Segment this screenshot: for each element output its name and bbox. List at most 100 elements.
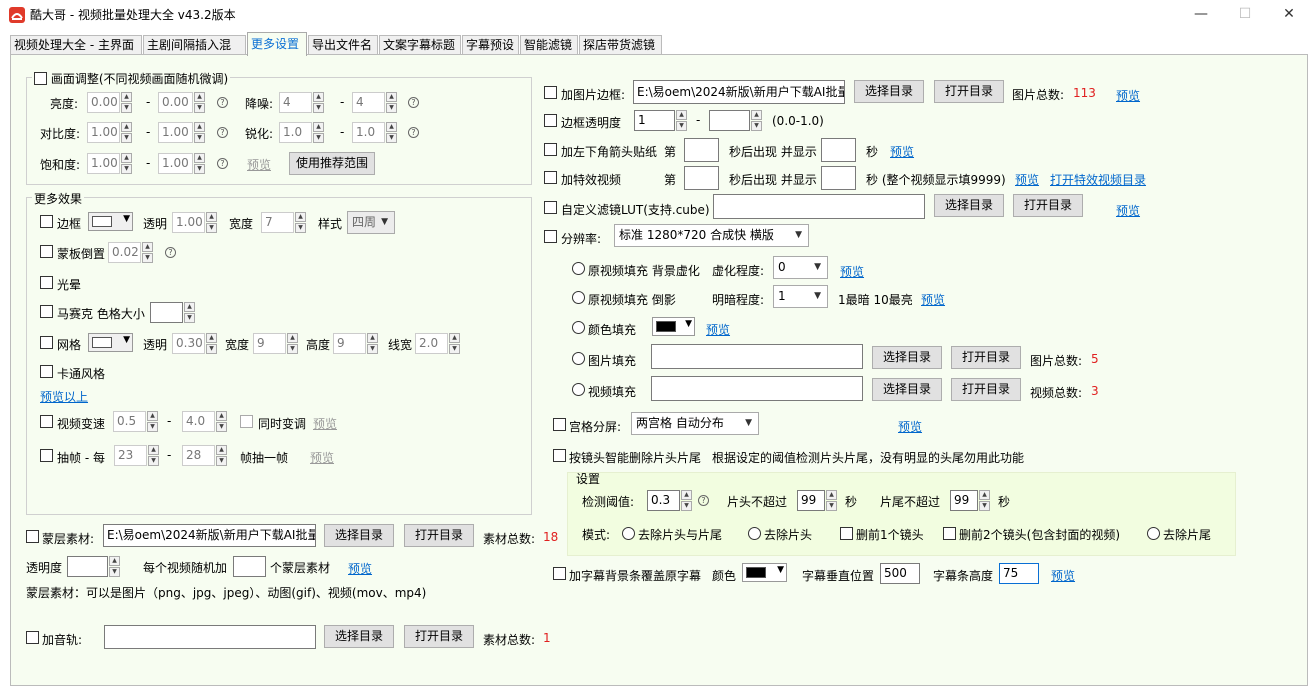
pic-border-path-input[interactable]: E:\易oem\2024新版\新用户下载AI批量	[633, 80, 845, 104]
subtitle-height-input[interactable]: 75	[999, 563, 1039, 584]
help-icon[interactable]: ?	[698, 495, 709, 506]
help-icon[interactable]: ?	[408, 97, 419, 108]
subtitle-bg-color-picker[interactable]: ▼	[742, 563, 787, 582]
denoise-min-spinner[interactable]: ▲ ▼	[313, 92, 324, 113]
tab-export-filename[interactable]: 导出文件名	[308, 35, 378, 55]
brightness-max-spinner[interactable]: ▲ ▼	[194, 92, 205, 113]
pic-border-browse-button[interactable]: 选择目录	[854, 80, 924, 103]
tab-interval-mix[interactable]: 主剧间隔插入混剪	[143, 35, 246, 70]
contrast-min-spinner[interactable]: ▲ ▼	[121, 122, 132, 143]
grid-line-input[interactable]: 2.0	[415, 333, 448, 354]
preview-above-link[interactable]: 预览以上	[40, 388, 88, 405]
fill-color-picker[interactable]: ▼	[652, 317, 695, 336]
resolution-checkbox[interactable]	[544, 230, 557, 243]
grid-opacity-input[interactable]: 0.30	[172, 333, 205, 354]
per-video-input[interactable]	[233, 556, 266, 577]
shot-trim-checkbox[interactable]	[553, 449, 566, 462]
fill-video-path-input[interactable]	[651, 376, 863, 401]
help-icon[interactable]: ?	[217, 97, 228, 108]
grid-height-input[interactable]: 9	[333, 333, 366, 354]
tab-subtitle-preset[interactable]: 字幕预设	[462, 35, 519, 55]
sharpen-max-input[interactable]: 1.0	[352, 122, 385, 143]
mosaic-size-spinner[interactable]: ▲ ▼	[184, 302, 195, 323]
speed-min-input[interactable]: 0.5	[113, 411, 146, 432]
mask-flip-spinner[interactable]: ▲ ▼	[142, 242, 153, 263]
fill-color-preview-link[interactable]: 预览	[706, 321, 730, 338]
effect-video-start-input[interactable]	[684, 166, 719, 190]
sticker-duration-input[interactable]	[821, 138, 856, 162]
help-icon[interactable]: ?	[165, 247, 176, 258]
effect-video-checkbox[interactable]	[544, 171, 557, 184]
border-width-spinner[interactable]: ▲ ▼	[295, 212, 306, 233]
tab-store-filter[interactable]: 探店带货滤镜	[579, 35, 662, 55]
tab-subtitle-title[interactable]: 文案字幕标题	[379, 35, 461, 55]
picture-adjust-checkbox[interactable]	[34, 72, 47, 85]
grid-color-picker[interactable]: ▼	[88, 333, 133, 352]
saturation-min-spinner[interactable]: ▲ ▼	[121, 153, 132, 174]
border-color-picker[interactable]: ▼	[88, 212, 133, 231]
split-screen-select[interactable]: 两宫格 自动分布 ▼	[631, 412, 759, 435]
denoise-min-input[interactable]: 4	[279, 92, 312, 113]
mask-material-checkbox[interactable]	[26, 530, 39, 543]
mode-radio-tail[interactable]	[1147, 527, 1160, 540]
border-opacity-checkbox[interactable]	[544, 114, 557, 127]
mask-opacity-spinner[interactable]: ▲ ▼	[109, 556, 120, 577]
mask-material-open-button[interactable]: 打开目录	[404, 524, 474, 547]
sharpen-min-spinner[interactable]: ▲ ▼	[313, 122, 324, 143]
mask-flip-checkbox[interactable]	[40, 245, 53, 258]
fill-image-open-button[interactable]: 打开目录	[951, 346, 1021, 369]
fill-invert-radio[interactable]	[572, 291, 585, 304]
halo-checkbox[interactable]	[40, 276, 53, 289]
brightness-max-input[interactable]: 0.00	[158, 92, 193, 113]
tab-smart-filter[interactable]: 智能滤镜	[520, 35, 578, 55]
grid-opacity-spinner[interactable]: ▲ ▼	[206, 333, 217, 354]
grid-width-spinner[interactable]: ▲ ▼	[287, 333, 298, 354]
sharpen-max-spinner[interactable]: ▲ ▼	[386, 122, 397, 143]
audio-browse-button[interactable]: 选择目录	[324, 625, 394, 648]
pic-border-open-button[interactable]: 打开目录	[934, 80, 1004, 103]
mosaic-checkbox[interactable]	[40, 305, 53, 318]
border-width-input[interactable]: 7	[261, 212, 294, 233]
minimize-button[interactable]: —	[1178, 0, 1224, 30]
frame-drop-min-spinner[interactable]: ▲ ▼	[148, 445, 159, 466]
frame-drop-preview-link[interactable]: 预览	[310, 449, 334, 466]
audio-checkbox[interactable]	[26, 631, 39, 644]
maximize-button[interactable]: ☐	[1222, 0, 1268, 30]
border-opacity-min-spinner[interactable]: ▲ ▼	[676, 110, 687, 131]
saturation-max-input[interactable]: 1.00	[158, 153, 193, 174]
grid-height-spinner[interactable]: ▲ ▼	[367, 333, 378, 354]
mask-material-browse-button[interactable]: 选择目录	[324, 524, 394, 547]
mode-radio-head[interactable]	[748, 527, 761, 540]
mosaic-size-input[interactable]	[150, 302, 183, 323]
border-opacity-input[interactable]: 1.00	[172, 212, 205, 233]
head-limit-spinner[interactable]: ▲ ▼	[826, 490, 837, 511]
fill-video-open-button[interactable]: 打开目录	[951, 378, 1021, 401]
mode-checkbox-first-shot[interactable]	[840, 527, 853, 540]
denoise-max-input[interactable]: 4	[352, 92, 385, 113]
grid-width-input[interactable]: 9	[253, 333, 286, 354]
resolution-select[interactable]: 标准 1280*720 合成快 横版 ▼	[614, 224, 809, 247]
tab-main[interactable]: 视频处理大全 - 主界面	[10, 35, 142, 55]
mask-opacity-input[interactable]	[67, 556, 108, 577]
head-limit-input[interactable]: 99	[797, 490, 825, 511]
open-effect-dir-link[interactable]: 打开特效视频目录	[1050, 171, 1146, 188]
border-checkbox[interactable]	[40, 215, 53, 228]
speed-preview-link[interactable]: 预览	[313, 415, 337, 432]
mask-preview-link[interactable]: 预览	[348, 560, 372, 577]
use-recommended-range-button[interactable]: 使用推荐范围	[289, 152, 375, 175]
speed-min-spinner[interactable]: ▲ ▼	[147, 411, 158, 432]
fill-image-radio[interactable]	[572, 352, 585, 365]
mode-radio-head-tail[interactable]	[622, 527, 635, 540]
mask-flip-input[interactable]: 0.02	[108, 242, 141, 263]
fill-video-radio[interactable]	[572, 383, 585, 396]
sticker-start-input[interactable]	[684, 138, 719, 162]
border-opacity-max-spinner[interactable]: ▲ ▼	[751, 110, 762, 131]
effect-video-preview-link[interactable]: 预览	[1015, 171, 1039, 188]
pic-border-checkbox[interactable]	[544, 86, 557, 99]
fill-blur-radio[interactable]	[572, 262, 585, 275]
grid-checkbox[interactable]	[40, 336, 53, 349]
blur-degree-select[interactable]: 0 ▼	[773, 256, 828, 279]
fill-video-browse-button[interactable]: 选择目录	[872, 378, 942, 401]
sharpen-min-input[interactable]: 1.0	[279, 122, 312, 143]
border-opacity-spinner[interactable]: ▲ ▼	[206, 212, 217, 233]
